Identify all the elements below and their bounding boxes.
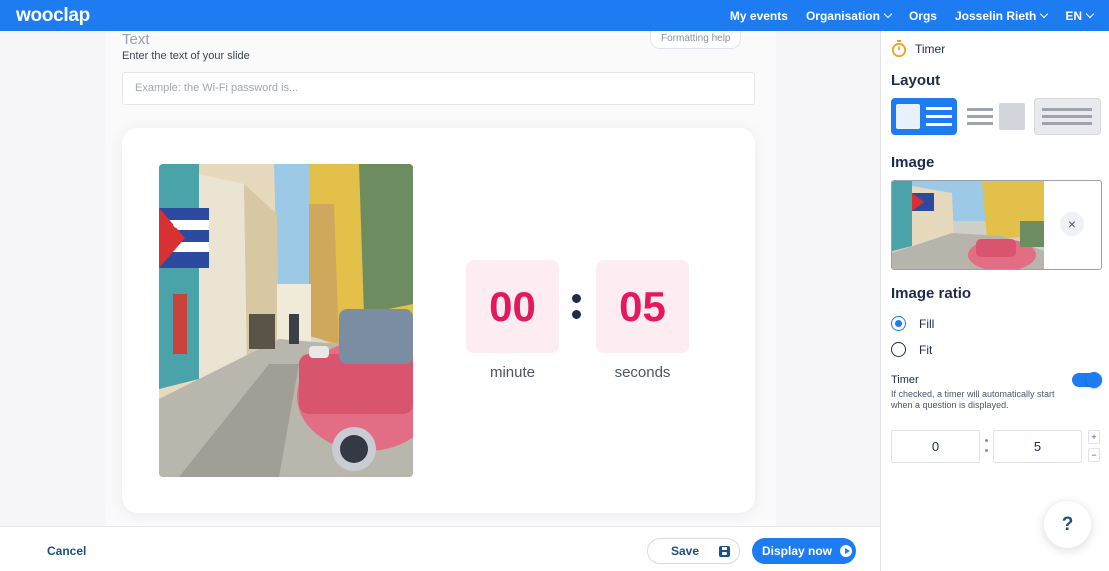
nav-orgs[interactable]: Orgs [909,9,937,23]
nav-organisation-label: Organisation [805,8,880,23]
play-icon [840,545,853,557]
image-heading: Image [891,154,935,171]
layout-image-background-icon [1042,108,1092,125]
layout-image-left-icon [896,104,952,129]
image-ratio-heading: Image ratio [891,285,972,302]
save-button[interactable]: Save [647,538,740,564]
timer-seconds: 05 [596,260,689,353]
text-section-subtitle: Enter the text of your slide [122,50,250,62]
image-thumbnail [892,181,1044,269]
layout-image-right-icon [967,103,1025,130]
display-now-label: Display now [762,544,833,558]
layout-heading: Layout [891,72,941,89]
top-navigation-bar: wooclap My events Organisation Orgs Joss… [0,0,1109,31]
display-now-button[interactable]: Display now [752,538,856,564]
slide-preview: 00 05 minute seconds [122,128,755,513]
layout-option-image-left[interactable] [891,98,957,135]
timer-colon [571,292,581,322]
ratio-option-fit[interactable]: Fit [891,342,932,357]
stopwatch-icon [891,40,907,57]
slide-editor: Text Enter the text of your slide Format… [0,31,880,526]
layout-option-image-background[interactable] [1034,98,1101,135]
timer-seconds-label: seconds [614,364,671,381]
ratio-option-fill[interactable]: Fill [891,316,934,331]
save-label: Save [671,544,700,558]
settings-panel: Timer Layout Image × Image ratio Fill Fi… [880,31,1109,571]
timer-input-colon [985,436,989,456]
cancel-button[interactable]: Cancel [47,544,86,558]
formatting-help-button[interactable]: Formatting help [650,31,742,49]
increment-button[interactable]: + [1088,430,1100,444]
timer-tab[interactable]: Timer [891,40,945,57]
floppy-disk-icon [719,545,731,557]
slide-image [159,164,413,477]
radio-unchecked-icon[interactable] [891,342,906,357]
timer-tab-label: Timer [915,41,946,56]
decrement-button[interactable]: − [1088,448,1100,462]
wooclap-logo[interactable]: wooclap [16,5,90,27]
ratio-fit-label: Fit [919,342,933,357]
image-preview-box: × [891,180,1102,270]
nav-my-events[interactable]: My events [730,9,788,23]
nav-language[interactable]: EN [1065,8,1095,23]
timer-toggle[interactable] [1072,372,1102,388]
help-button[interactable]: ? [1044,501,1091,548]
chevron-down-icon [1085,9,1095,19]
nav-orgs-label: Orgs [908,8,937,23]
chevron-down-icon [1040,9,1049,19]
top-nav: My events Organisation Orgs Josselin Rie… [730,8,1095,23]
ratio-fill-label: Fill [919,316,935,331]
editor-footer: Cancel Save Display now [0,526,880,571]
timer-setting-description: If checked, a timer will automatically s… [891,389,1055,410]
nav-my-events-label: My events [729,8,788,23]
slide-text-input[interactable]: Example: the Wi-Fi password is... [122,72,755,105]
text-section-heading: Text [122,31,150,48]
nav-organisation[interactable]: Organisation [805,8,893,23]
chevron-down-icon [883,9,893,19]
timer-seconds-input[interactable]: 5 [993,430,1082,463]
timer-minutes: 00 [466,260,559,353]
radio-checked-icon[interactable] [891,316,906,331]
timer-setting-label: Timer [891,374,919,386]
timer-minute-label: minute [489,364,536,381]
user-name: Josselin Rieth [954,8,1037,23]
layout-option-image-right[interactable] [964,98,1028,135]
timer-minutes-input[interactable]: 0 [891,430,980,463]
language-label: EN [1065,8,1082,23]
remove-image-button[interactable]: × [1060,212,1084,236]
nav-user-menu[interactable]: Josselin Rieth [954,8,1049,23]
